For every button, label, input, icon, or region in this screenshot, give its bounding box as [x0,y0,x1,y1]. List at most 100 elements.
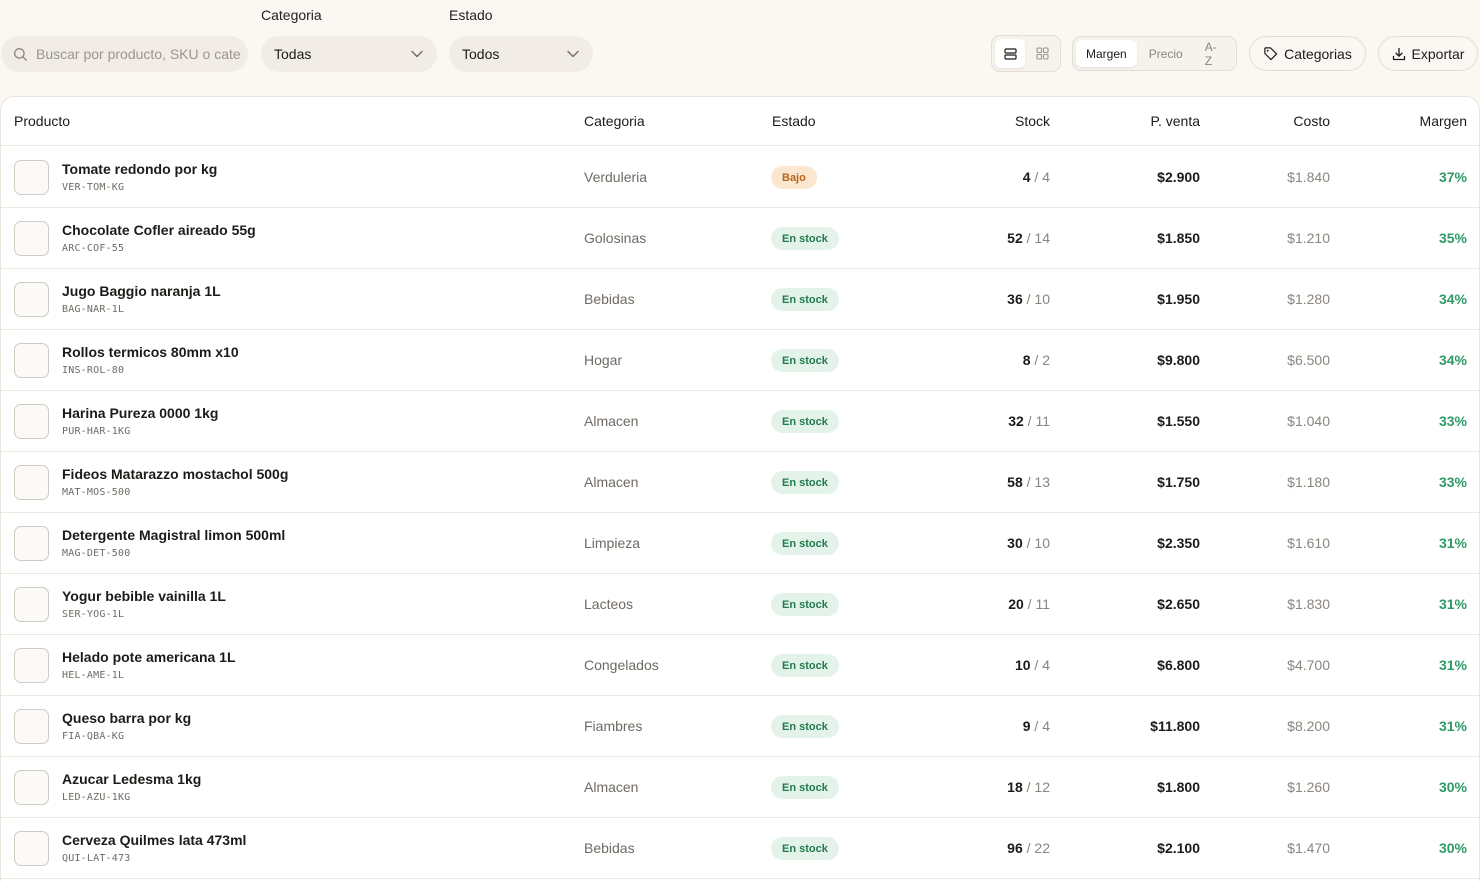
table-row[interactable]: Helado pote americana 1L HEL-AME-1L Congel… [1,635,1479,696]
search-icon [14,47,27,61]
tag-icon [1264,47,1278,61]
toolbar: Categoria Todas Estado Todos Margen Prec… [0,0,1480,92]
stock-cell: 96 / 22 [1007,840,1050,856]
sort-price-button[interactable]: Precio [1139,40,1193,67]
table-row[interactable]: Fideos Matarazzo mostachol 500g MAT-MOS-5… [1,452,1479,513]
status-badge: En stock [771,593,839,616]
product-name[interactable]: Harina Pureza 0000 1kg [62,405,218,421]
cost-price: $1.040 [1287,413,1330,429]
product-category: Almacen [584,474,639,490]
table-row[interactable]: Chocolate Cofler aireado 55g ARC-COF-55 Go… [1,208,1479,269]
column-header-cost[interactable]: Costo [1293,113,1330,129]
stock-current: 20 [1008,596,1024,612]
margin-value: 37% [1438,169,1467,185]
stock-minimum: 4 [1042,169,1050,185]
chevron-down-icon [411,50,423,58]
sort-margin-button[interactable]: Margen [1076,40,1137,67]
product-name[interactable]: Fideos Matarazzo mostachol 500g [62,466,288,482]
stock-separator: / [1023,596,1036,612]
sale-price: $1.750 [1157,474,1200,490]
sale-price: $2.100 [1157,840,1200,856]
sale-price: $1.550 [1157,413,1200,429]
stock-minimum: 2 [1042,352,1050,368]
table-row[interactable]: Tomate redondo por kg VER-TOM-KG Verduleri… [1,147,1479,208]
product-thumbnail [14,526,49,561]
status-select[interactable]: Todos [449,36,593,72]
sale-price: $1.950 [1157,291,1200,307]
stock-minimum: 22 [1034,840,1050,856]
stock-minimum: 4 [1042,657,1050,673]
product-name[interactable]: Rollos termicos 80mm x10 [62,344,239,360]
product-name[interactable]: Azucar Ledesma 1kg [62,771,201,787]
margin-value: 31% [1438,718,1467,734]
table-row[interactable]: Cerveza Quilmes lata 473ml QUI-LAT-473 Beb… [1,818,1479,879]
grid-view-button[interactable] [1027,39,1057,68]
margin-value: 35% [1438,230,1467,246]
margin-value: 31% [1438,657,1467,673]
cost-price: $1.470 [1287,840,1330,856]
search-box[interactable] [1,36,248,72]
table-row[interactable]: Detergente Magistral limon 500ml MAG-DET-… [1,513,1479,574]
product-name[interactable]: Helado pote americana 1L [62,649,236,665]
stock-minimum: 14 [1034,230,1050,246]
cost-price: $1.840 [1287,169,1330,185]
status-badge: En stock [771,288,839,311]
column-header-product[interactable]: Producto [14,113,70,129]
product-thumbnail [14,587,49,622]
column-header-stock[interactable]: Stock [1015,113,1050,129]
product-name[interactable]: Tomate redondo por kg [62,161,217,177]
product-name[interactable]: Detergente Magistral limon 500ml [62,527,285,543]
product-sku: QUI-LAT-473 [62,853,131,864]
cost-price: $8.200 [1287,718,1330,734]
stock-minimum: 11 [1035,413,1050,429]
product-name[interactable]: Chocolate Cofler aireado 55g [62,222,256,238]
product-category: Congelados [584,657,659,673]
status-filter-label: Estado [449,7,493,23]
stock-cell: 30 / 10 [1007,535,1050,551]
sale-price: $1.800 [1157,779,1200,795]
status-badge: En stock [771,715,839,738]
table-row[interactable]: Azucar Ledesma 1kg LED-AZU-1KG Almacen En s… [1,757,1479,818]
search-input[interactable] [36,46,241,62]
column-header-status[interactable]: Estado [772,113,816,129]
product-name[interactable]: Queso barra por kg [62,710,191,726]
product-sku: VER-TOM-KG [62,182,125,193]
cost-price: $1.280 [1287,291,1330,307]
table-row[interactable]: Yogur bebible vainilla 1L SER-YOG-1L Lacte… [1,574,1479,635]
margin-value: 31% [1438,535,1467,551]
table-row[interactable]: Queso barra por kg FIA-QBA-KG Fiambres En s… [1,696,1479,757]
stock-cell: 52 / 14 [1007,230,1050,246]
column-header-price[interactable]: P. venta [1150,113,1200,129]
list-view-button[interactable] [995,39,1025,68]
product-name[interactable]: Cerveza Quilmes lata 473ml [62,832,246,848]
list-view-icon [1003,47,1017,60]
product-category: Lacteos [584,596,634,612]
product-thumbnail [14,465,49,500]
sort-toggle: Margen Precio A-Z [1072,36,1237,71]
stock-current: 9 [1022,718,1031,734]
product-category: Fiambres [584,718,643,734]
margin-value: 30% [1438,779,1467,795]
stock-separator: / [1030,169,1043,185]
column-header-category[interactable]: Categoria [584,113,645,129]
product-sku: MAG-DET-500 [62,548,131,559]
product-category: Bebidas [584,840,635,856]
product-thumbnail [14,221,49,256]
table-row[interactable]: Jugo Baggio naranja 1L BAG-NAR-1L Bebidas E… [1,269,1479,330]
column-header-margin[interactable]: Margen [1420,113,1467,129]
product-sku: FIA-QBA-KG [62,731,125,742]
sale-price: $2.650 [1157,596,1200,612]
table-row[interactable]: Rollos termicos 80mm x10 INS-ROL-80 Hogar E… [1,330,1479,391]
categories-button[interactable]: Categorias [1249,36,1366,71]
category-select[interactable]: Todas [261,36,437,72]
product-name[interactable]: Jugo Baggio naranja 1L [62,283,221,299]
product-name[interactable]: Yogur bebible vainilla 1L [62,588,226,604]
sort-az-button[interactable]: A-Z [1195,40,1233,68]
status-select-value: Todos [462,46,500,62]
grid-view-icon [1035,47,1049,60]
cost-price: $1.210 [1287,230,1330,246]
product-thumbnail [14,404,49,439]
export-button[interactable]: Exportar [1378,36,1478,71]
stock-cell: 10 / 4 [1015,657,1050,673]
table-row[interactable]: Harina Pureza 0000 1kg PUR-HAR-1KG Almacen… [1,391,1479,452]
